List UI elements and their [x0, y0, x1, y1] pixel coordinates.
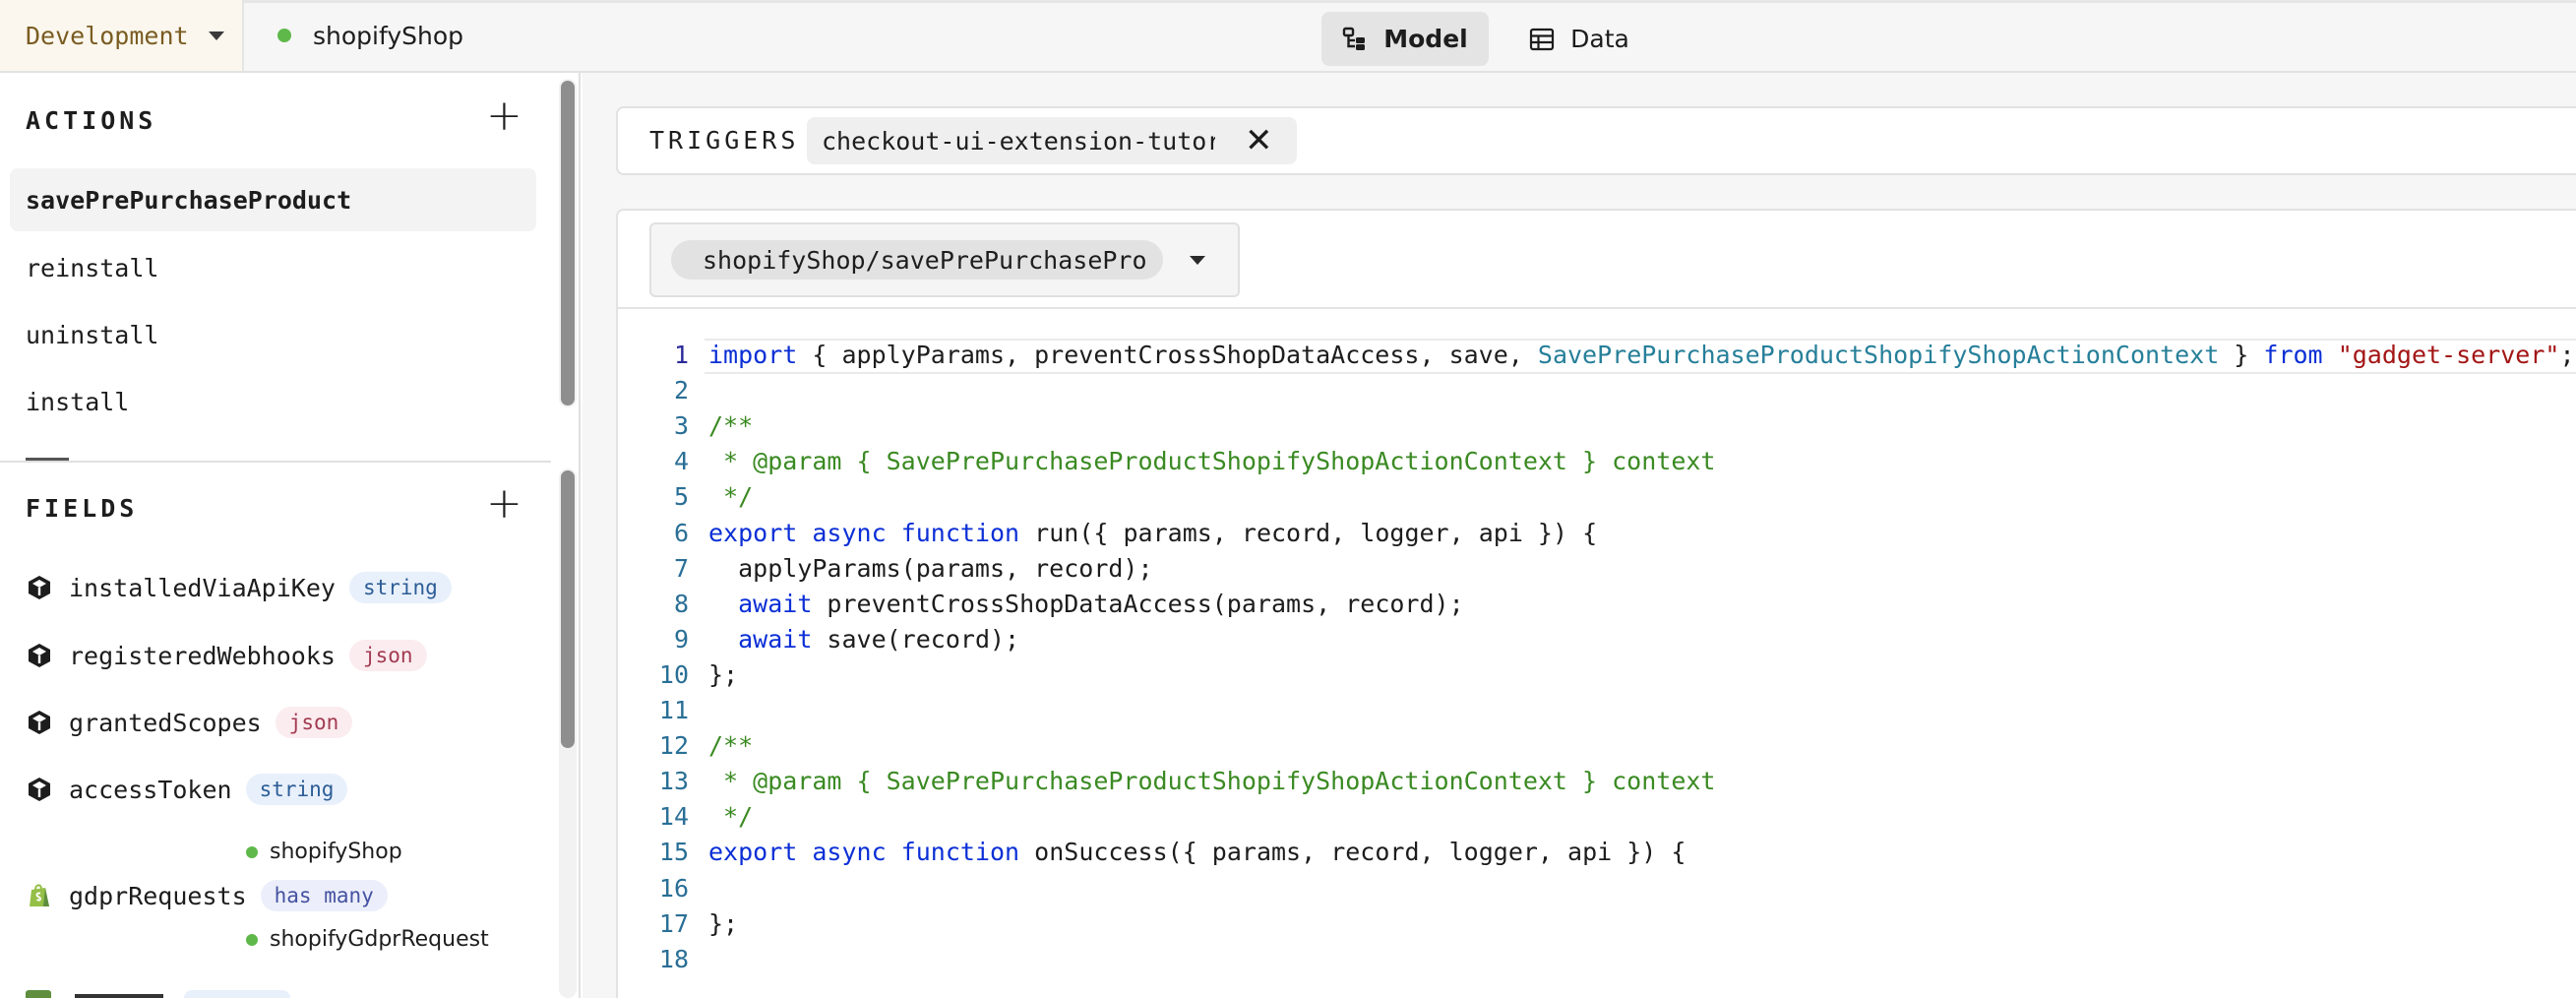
close-icon[interactable]: ✕ [1245, 124, 1273, 157]
line-number: 18 [658, 945, 689, 973]
status-dot-icon [246, 845, 258, 858]
code-line[interactable]: * @param { SavePrePurchaseProductShopify… [708, 447, 1715, 475]
field-name: installedViaApiKey [69, 573, 336, 602]
line-number: 7 [673, 554, 689, 583]
chevron-down-icon [208, 31, 224, 40]
code-line[interactable]: await save(record); [708, 625, 1019, 654]
editor-header-divider [618, 307, 2576, 309]
field-row[interactable]: accessToken string [26, 768, 348, 811]
relation-target: shopifyGdprRequest [246, 927, 489, 952]
line-number: 2 [673, 376, 689, 405]
clipped-field-row [26, 986, 291, 998]
file-selector-chip[interactable]: shopifyShop/savePrePurchaseProduct.js [671, 240, 1163, 280]
trigger-chip-label: checkout-ui-extension-tutorial [822, 126, 1215, 156]
line-number: 3 [673, 411, 689, 440]
trigger-chip[interactable]: checkout-ui-extension-tutorial ✕ [807, 117, 1297, 164]
relation-source-label: shopifyShop [270, 840, 402, 864]
cube-icon [29, 576, 50, 599]
action-item[interactable]: reinstall [10, 236, 536, 299]
field-row[interactable]: grantedScopes json [26, 701, 353, 744]
code-line[interactable]: /** [708, 731, 753, 760]
add-action-icon[interactable]: + [486, 94, 522, 138]
environment-label: Development [26, 21, 189, 50]
action-item[interactable]: savePrePurchaseProduct [10, 168, 536, 231]
tab-model-label: Model [1383, 25, 1468, 53]
relation-target-label: shopifyGdprRequest [270, 927, 489, 952]
cube-icon [29, 711, 50, 734]
clipped-action-item [26, 453, 85, 461]
line-number: 4 [673, 447, 689, 475]
line-number: 16 [658, 874, 689, 903]
tab-model[interactable]: Model [1321, 12, 1489, 66]
code-line[interactable]: export async function run({ params, reco… [708, 519, 1597, 547]
tab-data[interactable]: Data [1505, 12, 1653, 66]
code-line[interactable]: export async function onSuccess({ params… [708, 838, 1686, 866]
line-number: 15 [658, 838, 689, 866]
status-dot-icon [277, 29, 291, 42]
code-line[interactable]: applyParams(params, record); [708, 554, 1152, 583]
cube-icon [29, 644, 50, 667]
model-name: shopifyShop [277, 0, 463, 71]
tab-data-label: Data [1570, 25, 1629, 53]
field-row[interactable]: gdprRequests has many [26, 874, 388, 917]
shopify-bag-icon [30, 884, 49, 906]
action-item[interactable]: uninstall [10, 303, 536, 366]
cube-icon [29, 778, 50, 801]
line-number: 17 [658, 909, 689, 938]
line-number: 1 [673, 341, 689, 369]
field-name: registeredWebhooks [69, 641, 336, 670]
status-dot-icon [246, 933, 258, 946]
code-line[interactable]: }; [708, 660, 738, 689]
code-line[interactable]: await preventCrossShopDataAccess(params,… [708, 590, 1464, 618]
line-number: 14 [658, 802, 689, 831]
relation-source: shopifyShop [246, 840, 402, 864]
field-type-badge: string [245, 774, 348, 805]
file-selector-label: shopifyShop/savePrePurchaseProduct.js [703, 245, 1145, 275]
action-item[interactable]: install [10, 370, 536, 433]
field-name: grantedScopes [69, 708, 262, 737]
add-field-icon[interactable]: + [486, 482, 522, 526]
line-number: 6 [673, 519, 689, 547]
code-line[interactable]: /** [708, 411, 753, 440]
field-type-badge: json [348, 640, 427, 671]
actions-scrollbar-thumb[interactable] [561, 81, 575, 405]
line-number: 12 [658, 731, 689, 760]
actions-heading: ACTIONS [26, 106, 157, 135]
code-line[interactable]: */ [708, 482, 753, 511]
code-line[interactable]: * @param { SavePrePurchaseProductShopify… [708, 767, 1715, 795]
fields-scrollbar-thumb[interactable] [561, 470, 575, 748]
line-number: 5 [673, 482, 689, 511]
code-line[interactable]: */ [708, 802, 753, 831]
field-type-badge: string [348, 572, 452, 603]
triggers-heading: TRIGGERS [649, 126, 800, 155]
schema-icon [1343, 27, 1366, 50]
line-number: 11 [658, 696, 689, 724]
field-name: accessToken [69, 775, 232, 804]
field-row[interactable]: installedViaApiKey string [26, 566, 452, 609]
field-type-badge: has many [260, 880, 388, 911]
environment-selector[interactable]: Development [0, 0, 244, 71]
field-name: gdprRequests [69, 881, 247, 910]
line-number: 9 [673, 625, 689, 654]
fields-heading: FIELDS [26, 494, 139, 523]
table-icon [1530, 28, 1555, 50]
field-row[interactable]: registeredWebhooks json [26, 634, 427, 677]
code-line[interactable]: import { applyParams, preventCrossShopDa… [708, 341, 2575, 369]
section-divider [0, 461, 551, 463]
line-number: 8 [673, 590, 689, 618]
model-name-label: shopifyShop [313, 21, 464, 50]
chevron-down-icon[interactable] [1190, 256, 1205, 265]
line-number: 13 [658, 767, 689, 795]
code-line[interactable]: }; [708, 909, 738, 938]
line-number: 10 [658, 660, 689, 689]
field-type-badge: json [275, 707, 353, 738]
